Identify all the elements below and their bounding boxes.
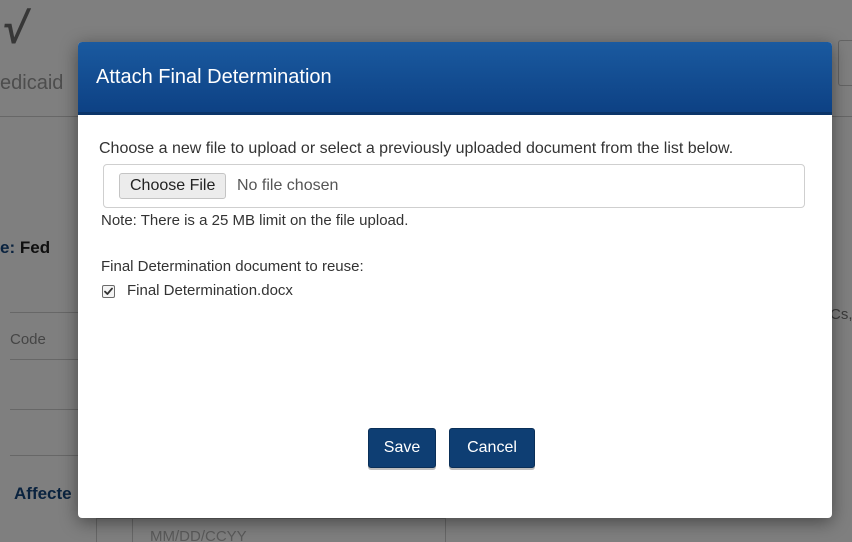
choose-file-button[interactable]: Choose File: [119, 173, 227, 199]
document-checkbox[interactable]: [102, 285, 115, 298]
checkmark-icon: [104, 287, 113, 295]
file-upload-field[interactable]: Choose File No file chosen: [103, 164, 805, 208]
document-name: Final Determination.docx: [127, 282, 293, 299]
upload-size-note: Note: There is a 25 MB limit on the file…: [101, 212, 409, 229]
file-status-text: No file chosen: [237, 177, 339, 194]
modal-title: Attach Final Determination: [96, 66, 332, 88]
save-button[interactable]: Save: [368, 428, 436, 468]
upload-instructions: Choose a new file to upload or select a …: [99, 140, 734, 157]
cancel-button[interactable]: Cancel: [449, 428, 535, 468]
attach-final-determination-dialog: Attach Final Determination Choose a new …: [78, 42, 832, 518]
reuse-document-label: Final Determination document to reuse:: [101, 258, 364, 275]
modal-header: Attach Final Determination: [78, 42, 832, 115]
